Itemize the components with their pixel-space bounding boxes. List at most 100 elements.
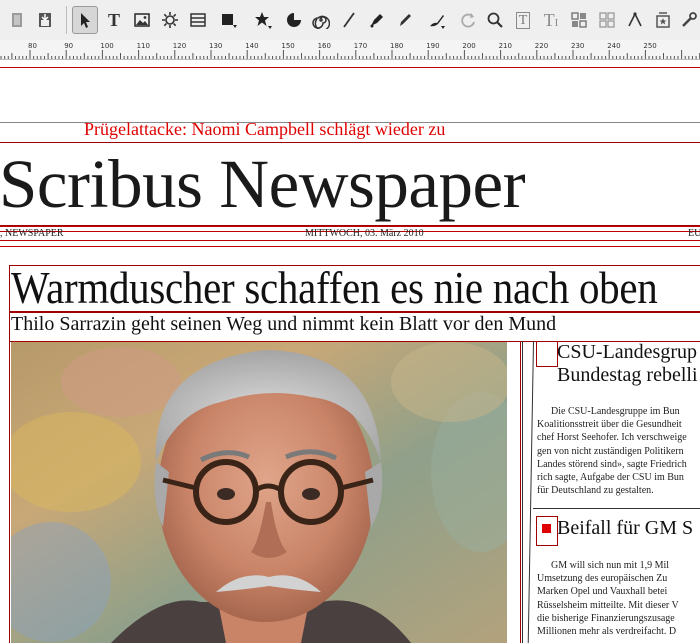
save-document-icon <box>39 13 51 27</box>
column-rule <box>522 341 523 643</box>
drop-cap-frame[interactable] <box>536 341 558 367</box>
article1-body-line: Koalitionsstreit über die Gesundheit <box>537 419 682 431</box>
article2-body-line: Marken Opel und Vauxhall betei <box>537 586 668 598</box>
save-document-button[interactable] <box>32 6 58 34</box>
article-headline: Warmduscher schaffen es nie nach oben <box>11 263 658 313</box>
line-icon <box>343 12 355 28</box>
zoom-button[interactable] <box>482 6 508 34</box>
arc-button[interactable] <box>281 6 307 34</box>
render-frame-icon <box>162 12 178 28</box>
toolbar: T T TI <box>0 0 700 41</box>
frame-border-line <box>0 226 700 227</box>
ruler-label: 210 <box>499 42 512 50</box>
line-button[interactable] <box>336 6 362 34</box>
unlink-frames-button[interactable] <box>594 6 620 34</box>
rotate-button[interactable] <box>455 6 481 34</box>
info-bar[interactable]: , NEWSPAPER MITTWOCH, 03. März 2010 EU <box>0 228 700 240</box>
render-frame-button[interactable] <box>157 6 183 34</box>
margin-guide-line <box>0 67 700 68</box>
article2-body-line: GM will sich nun mit 1,9 Mil <box>551 560 670 571</box>
rotate-icon <box>461 13 475 28</box>
ruler-label: 130 <box>209 42 222 50</box>
ruler-label: 230 <box>571 42 584 50</box>
article2-body-line: Rüsselsheim mitteilte. Mit dieser V <box>537 599 679 611</box>
polygon-button[interactable] <box>250 6 276 34</box>
freehand-button[interactable] <box>392 6 418 34</box>
bezier-button[interactable] <box>364 6 390 34</box>
ruler-label: 80 <box>28 42 37 50</box>
select-item-icon <box>81 13 90 28</box>
ruler-label: 90 <box>64 42 73 50</box>
frame-selection-handle[interactable] <box>542 524 551 533</box>
unlink-frames-icon <box>599 12 615 28</box>
spiral-button[interactable] <box>308 6 334 34</box>
article-photo[interactable] <box>11 342 507 643</box>
polygon-icon <box>255 12 272 29</box>
article1-body-line: Landes störend sind», sagte Friedrich <box>537 458 687 470</box>
article2-body-line: die bisherige Finanzierungszusage <box>537 612 675 624</box>
select-item-button[interactable] <box>72 6 98 34</box>
link-frames-button[interactable] <box>566 6 592 34</box>
ruler-label: 170 <box>354 42 367 50</box>
column-rule <box>527 341 534 643</box>
pdf-tools-button[interactable] <box>676 6 700 34</box>
ruler-label: 180 <box>390 42 403 50</box>
article1-headline-line2: Bundestag rebelli <box>557 364 698 386</box>
ruler-label: 200 <box>462 42 475 50</box>
eyedropper-button[interactable] <box>650 6 676 34</box>
ruler-label: 160 <box>318 42 331 50</box>
frame-border-line <box>0 246 700 247</box>
shape-button[interactable] <box>216 6 242 34</box>
ruler-label: 240 <box>607 42 620 50</box>
ruler-label: 140 <box>245 42 258 50</box>
masthead-title: Scribus Newspaper <box>0 146 526 222</box>
edit-text-button[interactable]: T <box>510 6 536 34</box>
ruler-scale: 80 90 100 110 120 130 140 150 160 170 180 190 200 210… <box>0 42 700 59</box>
article1-body[interactable]: Die CSU-Landesgruppe im Bun Koalitionsst… <box>537 405 700 497</box>
text-frame-button[interactable]: T <box>101 6 127 34</box>
calligraphic-icon <box>430 15 445 29</box>
story-editor-icon: TI <box>543 9 559 30</box>
ruler-label: 150 <box>281 42 294 50</box>
freehand-icon <box>400 14 411 26</box>
image-frame-icon <box>134 13 150 27</box>
article2-body-line: Millionen mehr als verdreifacht. D <box>537 626 677 638</box>
horizontal-ruler[interactable]: 80 90 100 110 120 130 140 150 160 170 180 190 200 210… <box>0 40 700 60</box>
article1-body-line: für Deutschland zu gestalten. <box>537 485 654 497</box>
calligraphic-button[interactable] <box>424 6 450 34</box>
measure-button[interactable] <box>622 6 648 34</box>
zoom-icon <box>487 12 503 28</box>
story-editor-button[interactable]: TI <box>538 6 564 34</box>
article-divider <box>533 508 700 509</box>
arc-icon <box>287 13 301 27</box>
toolbar-separator <box>66 6 67 34</box>
text-frame-icon: T <box>107 9 120 30</box>
link-frames-icon <box>571 12 587 28</box>
eyedropper-icon <box>656 12 670 28</box>
article1-body-line: chef Horst Seehofer. Ich verschweige <box>537 432 687 444</box>
article1-body-line: gen von nicht zuständigen Politikern <box>537 445 684 457</box>
ruler-label: 100 <box>100 42 113 50</box>
info-right-text: EU <box>688 228 700 239</box>
frame-border-line <box>0 240 700 241</box>
close-document-icon <box>12 13 22 27</box>
article2-headline: Beifall für GM S <box>557 517 694 539</box>
close-document-button[interactable] <box>4 6 30 34</box>
document-page[interactable]: Prügelattacke: Naomi Campbell schlägt wi… <box>0 60 700 643</box>
article1-body-line: rich sagte, Aufgabe der CSU im Bun <box>537 472 684 484</box>
article2-body-line: Umsetzung des europäischen Zu <box>537 573 668 585</box>
kicker-text[interactable]: Prügelattacke: Naomi Campbell schlägt wi… <box>84 119 445 140</box>
shape-icon <box>222 14 237 28</box>
table-button[interactable] <box>185 6 211 34</box>
image-frame-button[interactable] <box>129 6 155 34</box>
ruler-label: 110 <box>137 42 150 50</box>
pdf-tools-icon <box>682 12 697 27</box>
portrait-photo-image <box>11 342 507 643</box>
info-left-text: , NEWSPAPER <box>0 228 64 239</box>
ruler-label: 220 <box>535 42 548 50</box>
article1-body-line: Die CSU-Landesgruppe im Bun <box>551 406 680 417</box>
article2-body[interactable]: GM will sich nun mit 1,9 Mil Umsetzung d… <box>537 559 700 638</box>
table-icon <box>190 13 206 27</box>
bezier-icon <box>370 14 383 28</box>
ruler-label: 250 <box>643 42 656 50</box>
